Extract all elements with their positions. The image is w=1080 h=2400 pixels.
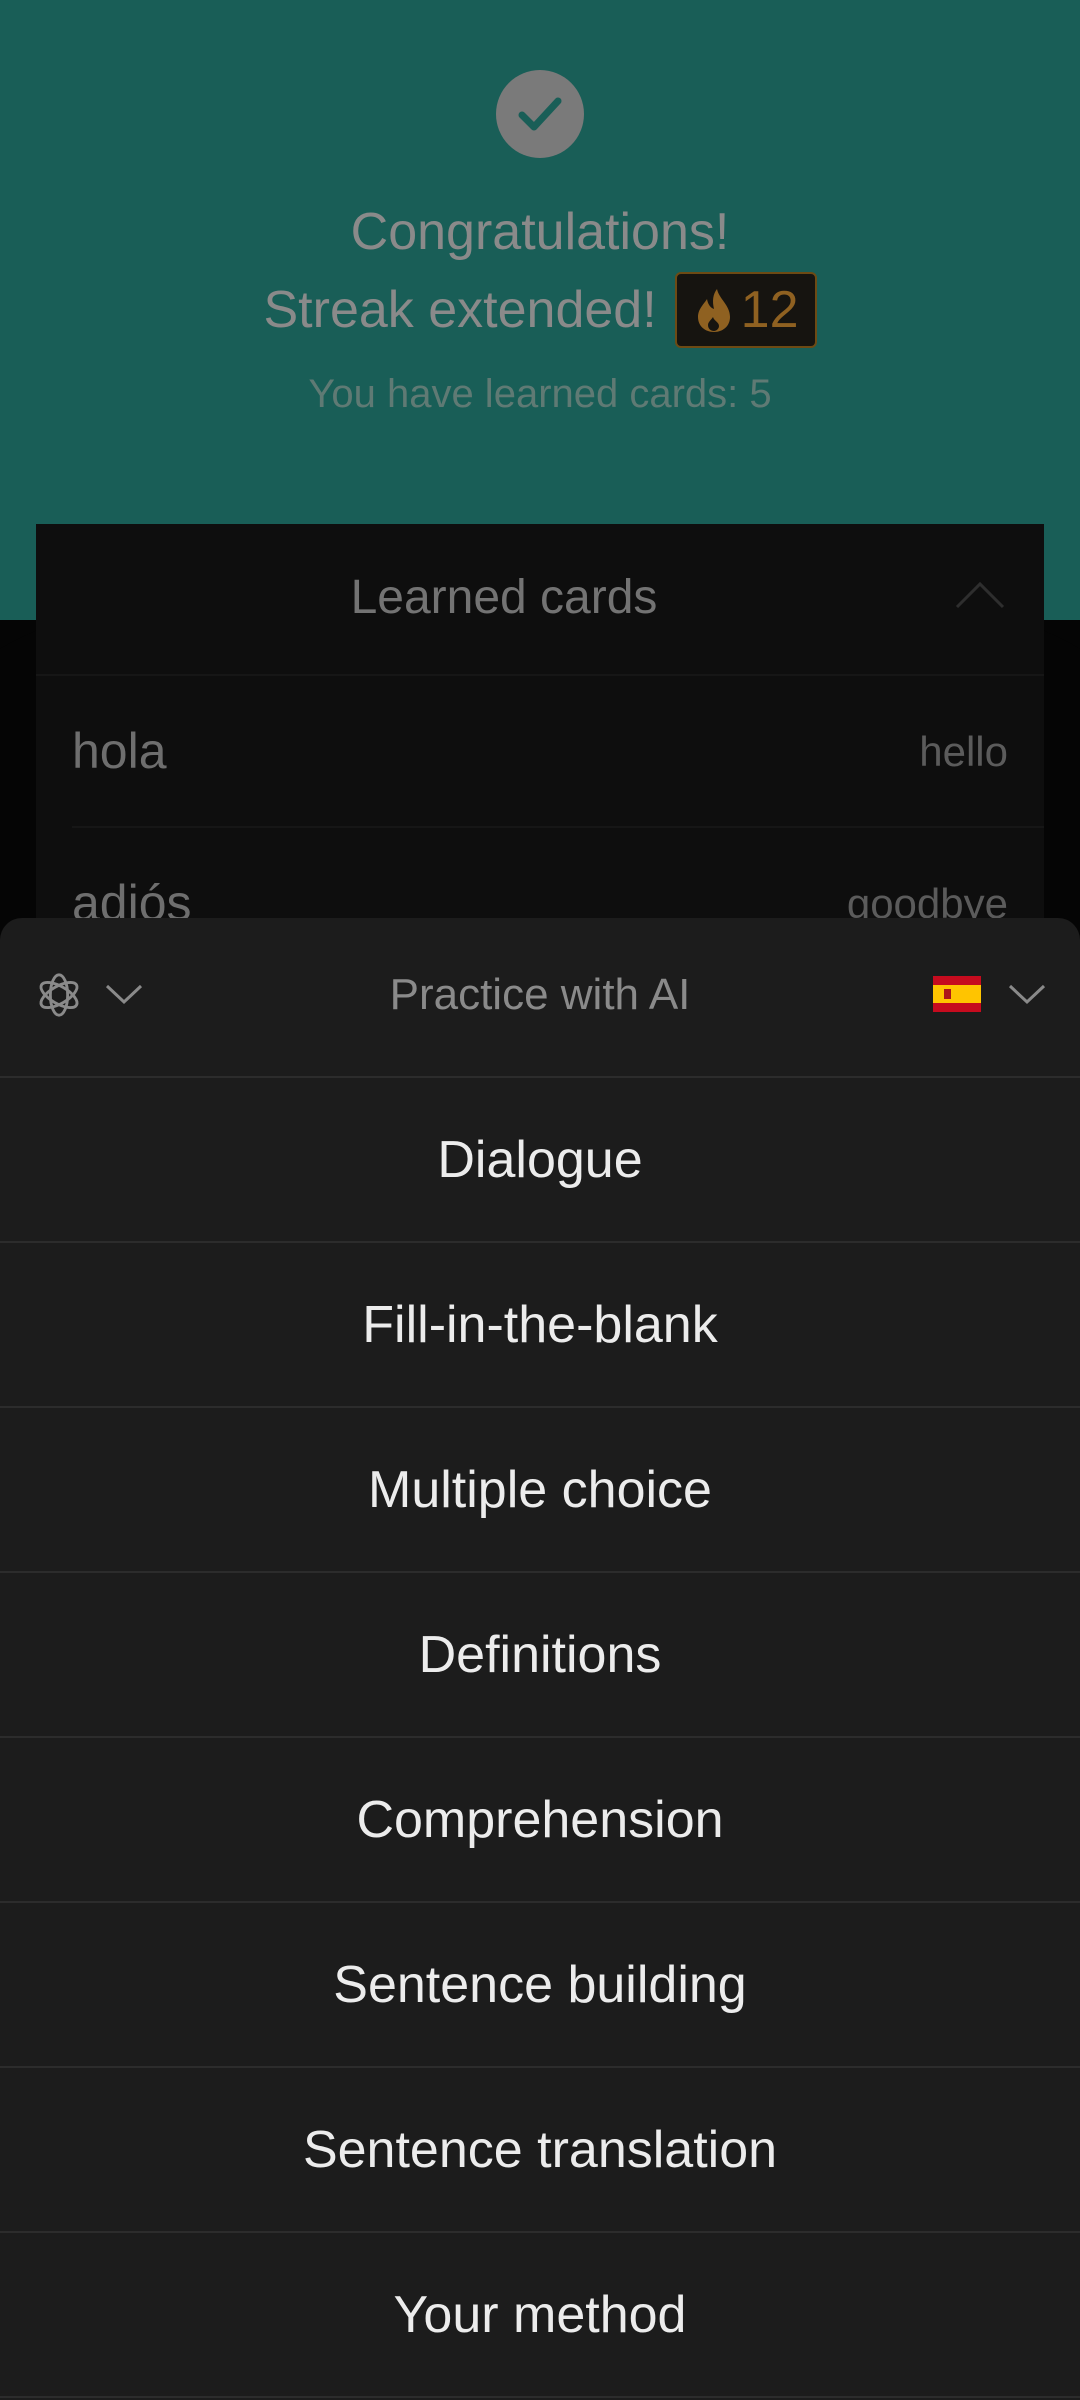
practice-sheet-header: Practice with AI (0, 918, 1080, 1078)
option-comprehension[interactable]: Comprehension (0, 1738, 1080, 1903)
streak-text: Streak extended! (263, 281, 657, 339)
card-translation: hello (919, 728, 1008, 775)
check-icon (496, 70, 584, 158)
learned-card-row[interactable]: hola hello (72, 676, 1044, 828)
practice-sheet: Practice with AI Dialogue Fill-in-the-bl… (0, 918, 1080, 2400)
learned-cards-panel: Learned cards hola hello adiós goodbye (36, 524, 1044, 924)
card-word: adiós (72, 875, 192, 924)
congrats-title: Congratulations! (350, 203, 730, 261)
option-multiple-choice[interactable]: Multiple choice (0, 1408, 1080, 1573)
card-word: hola (72, 723, 167, 779)
practice-sheet-title: Practice with AI (389, 970, 691, 1019)
learned-cards-title: Learned cards (350, 571, 658, 624)
streak-count: 12 (740, 281, 799, 339)
learned-cards-header[interactable]: Learned cards (36, 524, 1044, 676)
option-sentence-building[interactable]: Sentence building (0, 1903, 1080, 2068)
option-your-method[interactable]: Your method (0, 2233, 1080, 2398)
fire-icon (697, 289, 730, 332)
option-definitions[interactable]: Definitions (0, 1573, 1080, 1738)
streak-badge: 12 (674, 272, 817, 348)
spain-flag-icon[interactable] (933, 976, 981, 1012)
streak-row: Streak extended! 12 (0, 272, 1080, 348)
option-fill-in-the-blank[interactable]: Fill-in-the-blank (0, 1243, 1080, 1408)
language-chevron-down-icon[interactable] (1007, 982, 1047, 1006)
option-sentence-translation[interactable]: Sentence translation (0, 2068, 1080, 2233)
chevron-up-icon[interactable] (954, 580, 1006, 610)
option-dialogue[interactable]: Dialogue (0, 1078, 1080, 1243)
learned-count-text: You have learned cards: 5 (308, 372, 772, 416)
learned-card-row[interactable]: adiós goodbye (72, 828, 1044, 924)
